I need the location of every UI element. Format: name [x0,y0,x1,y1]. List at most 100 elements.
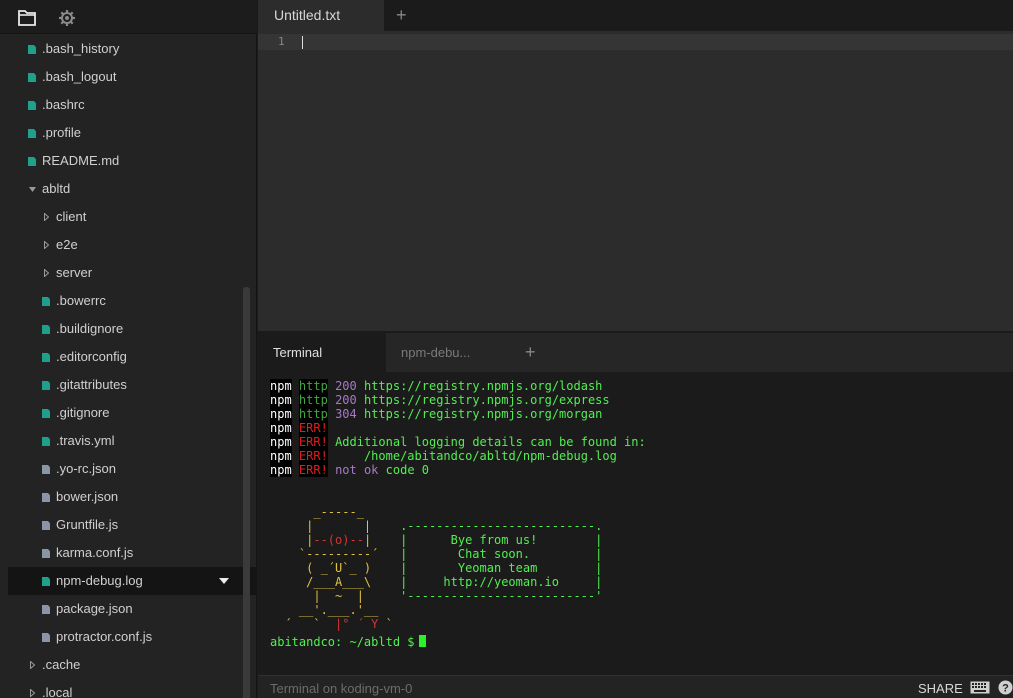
sidebar-toolbar [0,0,257,34]
tree-item[interactable]: karma.conf.js [8,539,257,567]
share-button[interactable]: SHARE [918,681,963,696]
editor-tab-bar: Untitled.txt + [258,0,1013,31]
tree-item[interactable]: .local [8,679,257,698]
tree-item[interactable]: package.json [8,595,257,623]
keyboard-icon[interactable] [970,681,990,694]
file-sidebar: .bash_history .bash_logout .bashrc .profile… [0,0,257,698]
tree-item-label: .bash_logout [42,69,117,84]
item-menu-caret-icon[interactable] [219,578,229,584]
tree-item[interactable]: .travis.yml [8,427,257,455]
tree-item[interactable]: README.md [8,147,257,175]
file-icon [42,353,50,362]
tree-item[interactable]: server [8,259,257,287]
plus-icon: + [396,5,407,25]
tree-item-label: .gitignore [56,405,110,420]
file-icon [42,493,50,502]
tree-item[interactable]: .profile [8,119,257,147]
tree-item[interactable]: .bowerrc [8,287,257,315]
file-icon [28,45,36,54]
tree-item-label: client [56,209,87,224]
tree-item[interactable]: abltd [8,175,257,203]
caret-right-icon[interactable] [41,259,51,287]
tab-untitled[interactable]: Untitled.txt [258,0,384,31]
file-icon [42,381,50,390]
sidebar-scrollbar[interactable] [243,287,250,698]
svg-text:?: ? [1002,683,1009,695]
tree-item[interactable]: .gitattributes [8,371,257,399]
tab-npm-debug[interactable]: npm-debu... [401,333,511,372]
tree-item-label: .editorconfig [56,349,127,364]
active-line-highlight [258,34,1013,50]
file-icon [42,409,50,418]
settings-tab[interactable] [50,2,84,33]
file-icon [28,129,36,138]
tree-item[interactable]: protractor.conf.js [8,623,257,651]
file-icon [42,465,50,474]
tree-item[interactable]: .buildignore [8,315,257,343]
terminal-status-bar: Terminal on koding-vm-0 SHARE ? [258,675,1013,698]
tree-item[interactable]: .bash_logout [8,63,257,91]
terminal-cursor [418,635,426,647]
file-icon [42,549,50,558]
caret-right-icon[interactable] [27,679,37,698]
tree-item-label: package.json [56,601,133,616]
tree-item-label: npm-debug.log [56,573,143,588]
tree-item-label: .cache [42,657,81,672]
tree-item-label: protractor.conf.js [56,629,153,644]
tree-item[interactable]: .bash_history [8,35,257,63]
terminal-output[interactable]: npm http 200 https://registry.npmjs.org/… [258,372,1013,675]
file-icon [28,101,36,110]
tree-item[interactable]: client [8,203,257,231]
tree-item-label: .bowerrc [56,293,106,308]
code-editor[interactable]: 1 [258,31,1013,331]
tree-item[interactable]: npm-debug.log [8,567,257,595]
tree-item-label: abltd [42,181,71,196]
tree-item-label: .travis.yml [56,433,115,448]
tree-item[interactable]: .bashrc [8,91,257,119]
plus-icon: + [525,342,536,362]
caret-right-icon[interactable] [27,651,37,679]
caret-right-icon[interactable] [41,203,51,231]
tree-item[interactable]: .gitignore [8,399,257,427]
tree-item-label: Gruntfile.js [56,517,119,532]
file-tree: .bash_history .bash_logout .bashrc .profile… [8,35,257,698]
tab-label: Untitled.txt [274,7,341,23]
tree-item-label: .bashrc [42,97,85,112]
tree-item-label: .buildignore [56,321,124,336]
tree-item[interactable]: e2e [8,231,257,259]
tree-item[interactable]: Gruntfile.js [8,511,257,539]
file-icon [42,521,50,530]
line-number: 1 [278,35,285,48]
tab-label: Terminal [273,345,323,360]
help-icon[interactable]: ? [998,680,1013,695]
prompt-text: abitandco: ~/abltd $ [270,635,415,649]
tree-item-label: .profile [42,125,82,140]
file-icon [28,157,36,166]
files-tab[interactable] [8,2,46,33]
terminal-session-label: Terminal on koding-vm-0 [270,681,413,696]
file-icon [42,605,50,614]
gear-icon [59,9,75,26]
tab-terminal[interactable]: Terminal [258,333,386,372]
add-tab-button[interactable]: + [396,0,416,31]
tab-label: npm-debu... [401,345,471,360]
tree-item-label: server [56,265,93,280]
file-icon [42,325,50,334]
file-icon [42,577,50,586]
tree-item[interactable]: .editorconfig [8,343,257,371]
tree-item-label: e2e [56,237,78,252]
folder-icon [18,9,36,26]
file-icon [28,73,36,82]
tree-item[interactable]: bower.json [8,483,257,511]
file-icon [42,437,50,446]
add-terminal-tab-button[interactable]: + [525,333,545,372]
tree-item[interactable]: .cache [8,651,257,679]
caret-down-icon[interactable] [27,175,37,203]
caret-right-icon[interactable] [41,231,51,259]
tree-item[interactable]: .yo-rc.json [8,455,257,483]
file-icon [42,297,50,306]
shell-prompt: abitandco: ~/abltd $ [270,635,426,649]
tree-item-label: .local [42,685,73,698]
terminal-log: npm http 200 https://registry.npmjs.org/… [270,379,646,631]
tree-item-label: karma.conf.js [56,545,134,560]
